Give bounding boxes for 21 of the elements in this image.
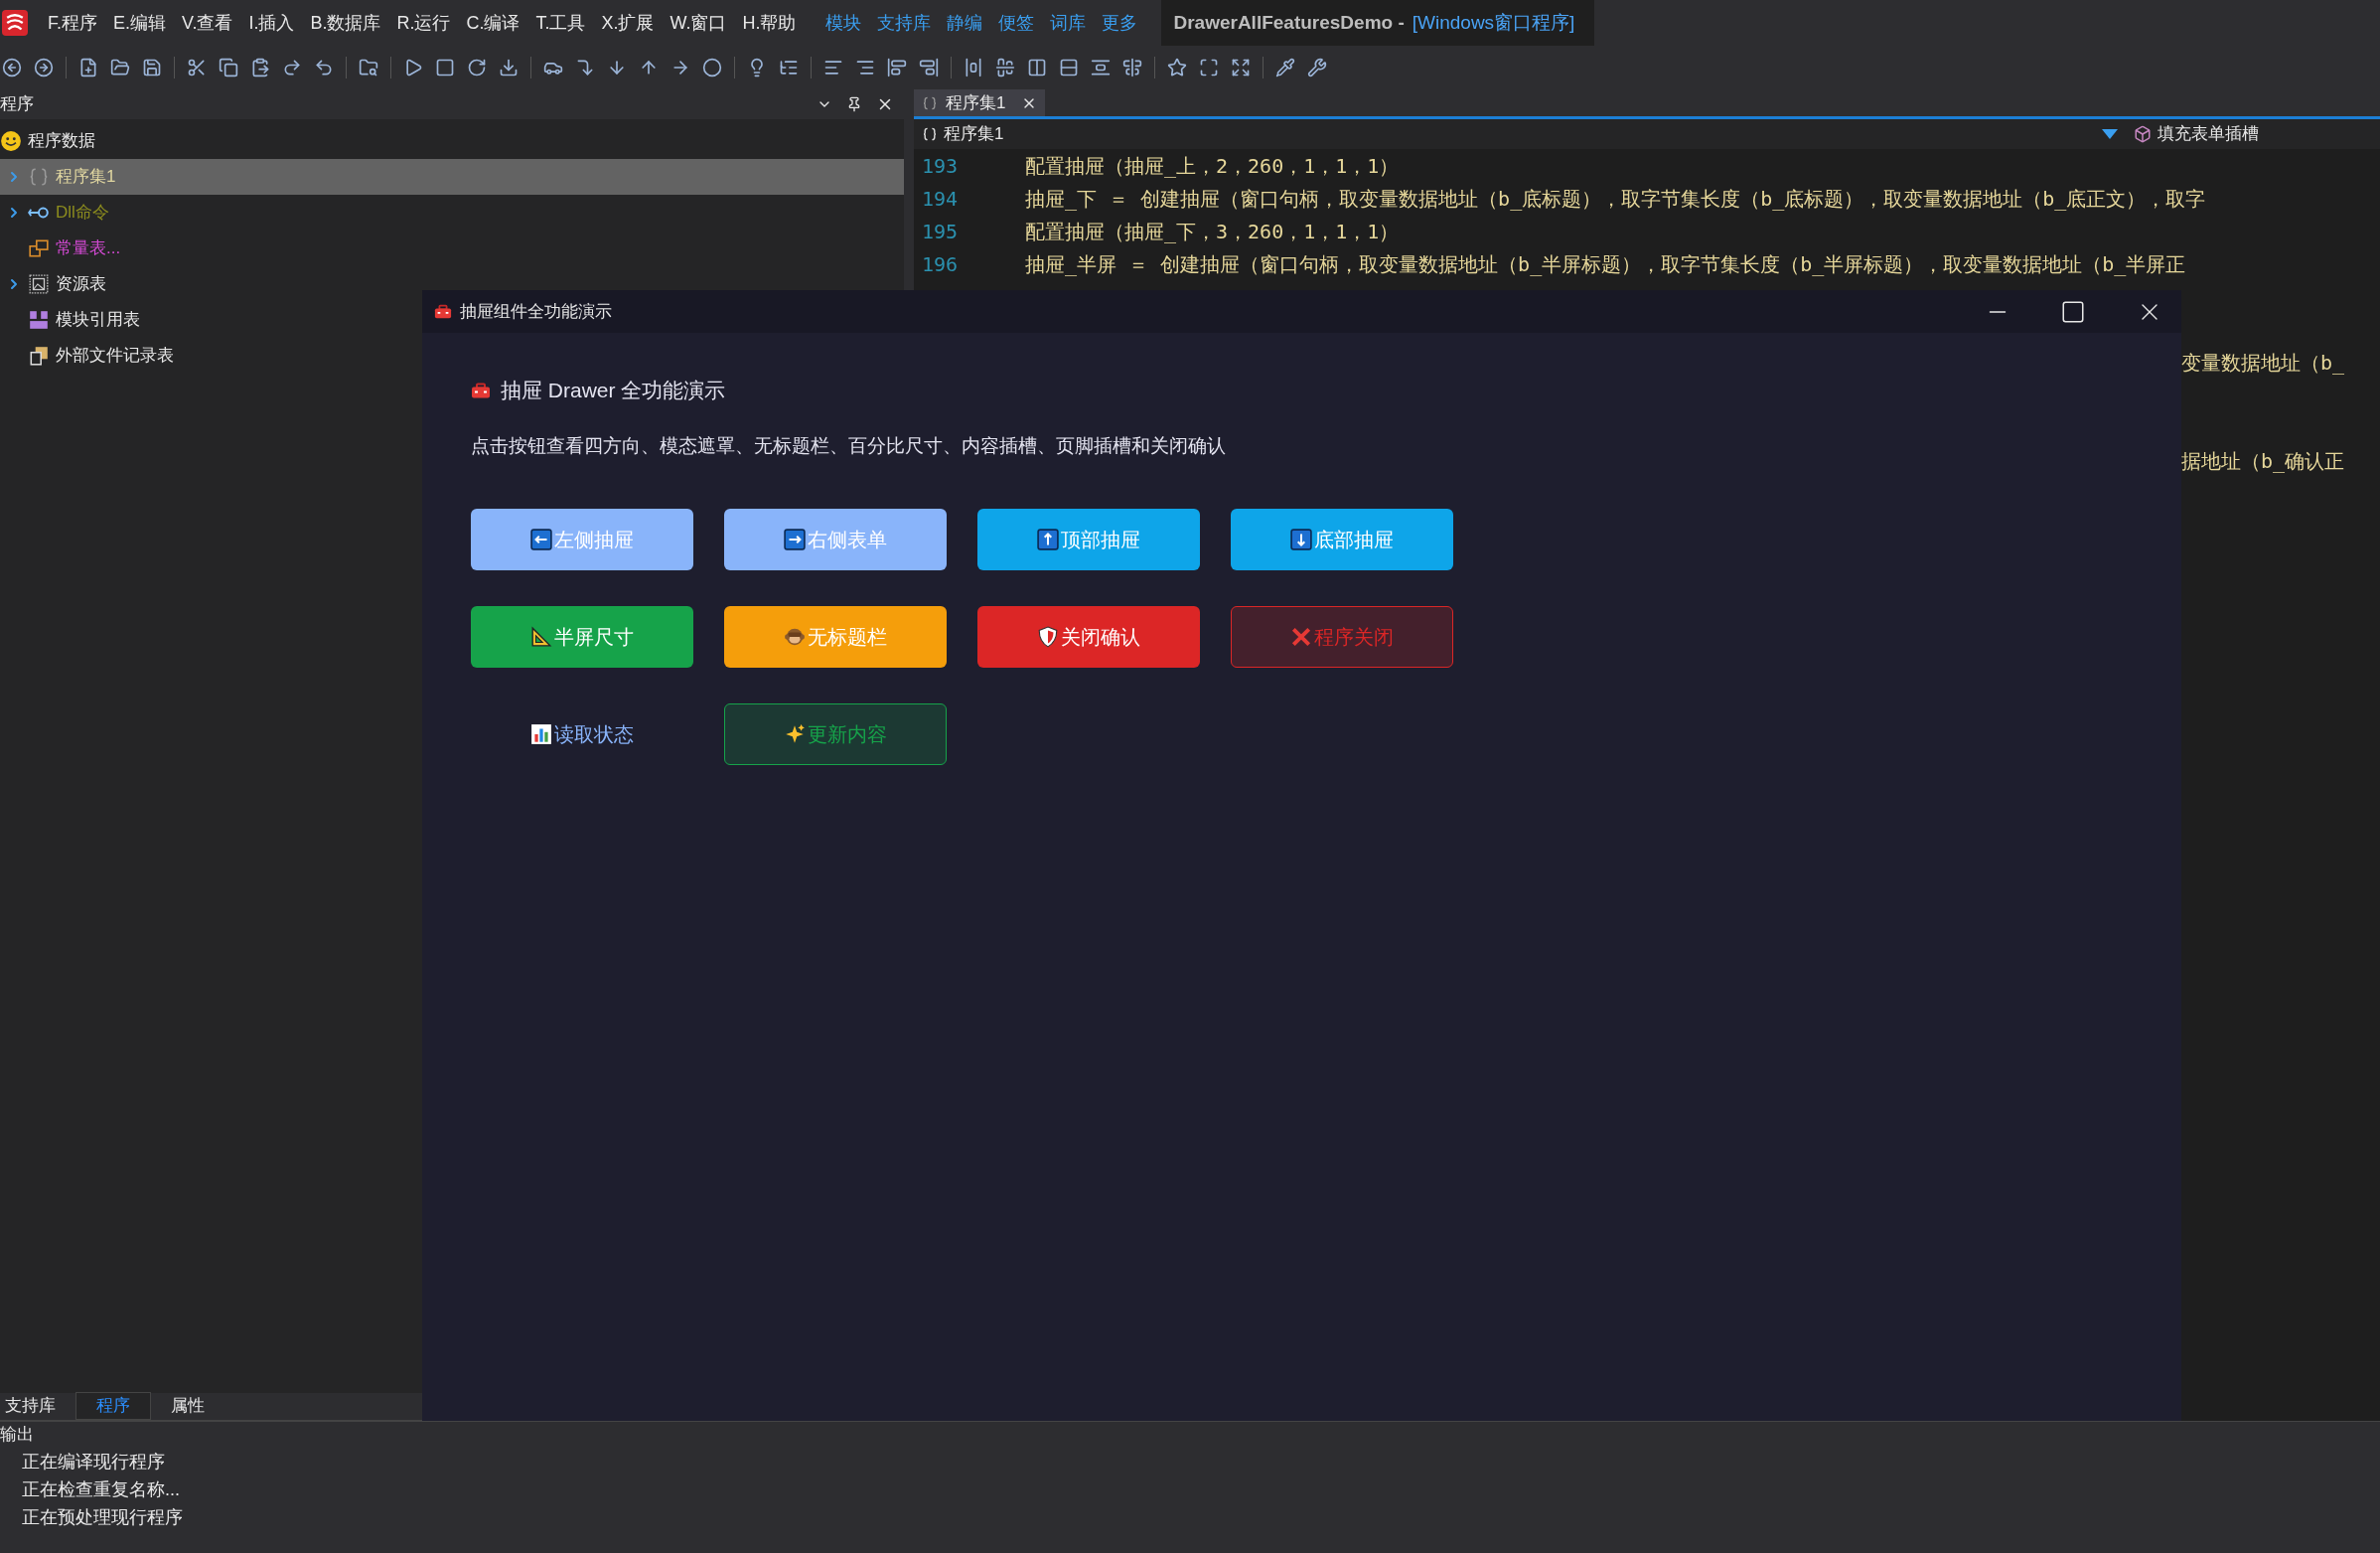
output-line: 正在预处理现行程序 <box>21 1506 184 1529</box>
code-line: 配置抽屉（抽屉_下，3，260，1，1，1） <box>1025 218 1400 245</box>
window-title-suffix: [Windows窗口程序] <box>1412 10 1575 35</box>
panel-title: 程序 <box>0 93 34 116</box>
dialog-description: 点击按钮查看四方向、模态遮罩、无标题栏、百分比尺寸、内容插槽、页脚插槽和关闭确认 <box>471 434 1227 458</box>
output-title: 输出 <box>0 1424 34 1447</box>
code-line: 配置抽屉（抽屉_上，2，260，1，1，1） <box>1025 152 1400 180</box>
line-number: 196 <box>921 250 960 278</box>
editor-tab-label: 程序集1 <box>946 91 1006 114</box>
code-line: 变量数据地址（b_ <box>2181 349 2345 377</box>
line-number: 194 <box>921 185 960 213</box>
line-number: 195 <box>921 218 960 245</box>
line-number: 193 <box>921 152 960 180</box>
window-title: DrawerAllFeaturesDemo - <box>1173 10 1405 35</box>
code-line: 据地址（b_确认正 <box>2181 447 2345 475</box>
dialog-heading: 抽屉 Drawer 全功能演示 <box>501 378 726 404</box>
output-line: 正在检查重复名称... <box>21 1478 181 1501</box>
output-line: 正在编译现行程序 <box>21 1451 166 1474</box>
code-line: 抽屉_半屏 ＝ 创建抽屉（窗口句柄，取变量数据地址（b_半屏标题），取字节集长度（b_半屏标题），取变量数据地址（b_半屏正 <box>1025 250 2186 278</box>
code-line: 抽屉_下 ＝ 创建抽屉（窗口句柄，取变量数据地址（b_底标题），取字节集长度（b_底标题），取变量数据地址（b_底正文），取字 <box>1025 185 2206 213</box>
dialog-title: 抽屉组件全功能演示 <box>460 300 612 323</box>
